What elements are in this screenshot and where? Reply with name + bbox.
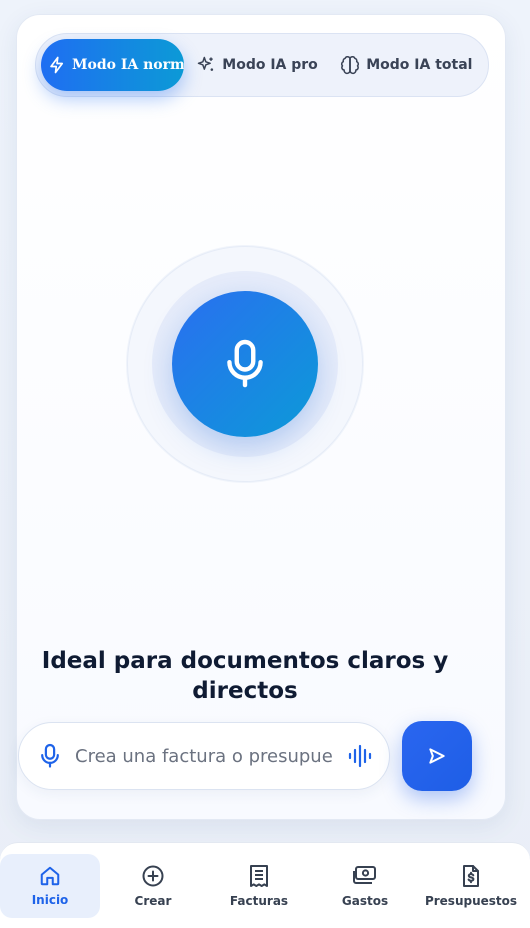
bottom-navigation: Inicio Crear Facturas Gastos Presupuesto… [0,842,530,928]
sparkles-icon [198,56,214,71]
mode-normal-button[interactable]: Modo IA normal [41,39,185,91]
microphone-icon [227,339,263,388]
nav-label: Gastos [341,893,389,908]
nav-item-crear[interactable]: Crear [100,854,206,918]
voice-record-button[interactable] [172,291,318,437]
bolt-icon [50,56,64,74]
nav-label: Presupuestos [424,893,518,908]
nav-item-inicio[interactable]: Inicio [0,853,100,918]
mode-description: Ideal para documentos claros y directos [41,648,449,704]
mode-total-label: Modo IA total [366,57,473,73]
microphone-icon[interactable] [39,743,61,769]
nav-label: Crear [134,893,172,908]
nav-label: Inicio [31,892,69,907]
brain-icon [341,56,360,75]
composer [18,722,390,790]
audio-waveform-icon[interactable] [347,743,373,769]
send-button[interactable] [402,721,472,791]
home-icon [40,866,60,885]
plus-circle-icon [142,865,164,886]
mode-total-button[interactable]: Modo IA total [330,39,483,91]
nav-item-presupuestos[interactable]: Presupuestos [418,854,524,918]
mode-selector: Modo IA normal Modo IA pro Modo IA total [35,33,489,97]
prompt-input[interactable] [75,745,333,767]
mode-pro-label: Modo IA pro [222,57,318,73]
send-icon [429,748,445,764]
nav-item-gastos[interactable]: Gastos [312,854,418,918]
banknote-icon [353,865,376,884]
nav-item-facturas[interactable]: Facturas [206,854,312,918]
receipt-icon [250,864,268,887]
mode-normal-label: Modo IA normal [72,57,185,73]
dollar-document-icon [463,864,479,887]
nav-label: Facturas [229,893,289,908]
mode-pro-button[interactable]: Modo IA pro [184,39,329,91]
